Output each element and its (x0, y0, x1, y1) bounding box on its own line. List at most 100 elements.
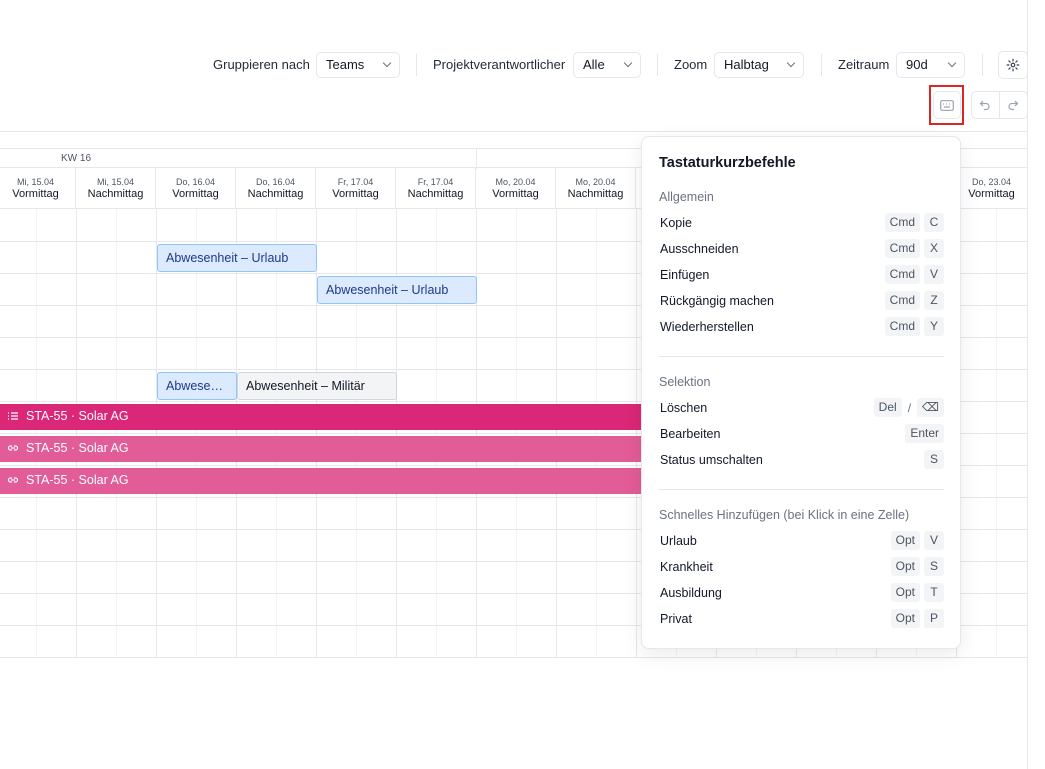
column-part: Vormittag (968, 188, 1015, 200)
shortcut-label: Ausbildung (660, 586, 722, 600)
range-label: Zeitraum (838, 57, 890, 72)
range-value: 90d (906, 57, 928, 72)
absence-event[interactable]: Abwesenheit – Urlaub (157, 244, 317, 272)
column-date: Do, 16.04 (175, 177, 216, 187)
shortcut-label: Kopie (660, 216, 692, 230)
backspace-icon: ⌫ (917, 398, 944, 417)
key: Cmd (884, 239, 920, 258)
absence-event[interactable]: Abwesenheit – Urlaub (157, 372, 237, 400)
shortcut-row: Bearbeiten Enter (659, 424, 944, 444)
key: S (924, 557, 944, 576)
project-bar[interactable]: STA-55 · Solar AG (0, 468, 642, 494)
grid-row-line (0, 657, 1028, 658)
shortcut-label: Wiederherstellen (660, 320, 754, 334)
group-by-label: Gruppieren nach (213, 57, 310, 72)
shortcut-label: Krankheit (660, 560, 713, 574)
zoom-select[interactable]: Halbtag (714, 52, 804, 78)
column-part: Vormittag (332, 188, 379, 200)
history-controls (971, 91, 1028, 119)
column-part: Nachmittag (567, 188, 624, 200)
shortcut-label: Rückgängig machen (660, 294, 774, 308)
shortcut-row: Kopie Cmd C (659, 213, 944, 233)
column-header: Fr, 17.04 Vormittag (316, 168, 396, 209)
range-select[interactable]: 90d (896, 52, 965, 78)
key: S (924, 450, 944, 469)
column-date: Mi, 15.04 (16, 177, 55, 187)
key: Opt (890, 557, 920, 576)
section-divider (659, 489, 944, 490)
toolbar-divider (982, 54, 983, 76)
key: Opt (890, 531, 920, 550)
column-header: Mo, 20.04 Vormittag (476, 168, 556, 209)
owner-label: Projektverantwortlicher (433, 57, 566, 72)
column-part: Vormittag (12, 188, 59, 200)
shortcut-row: Rückgängig machen Cmd Z (659, 291, 944, 311)
shortcut-row: Löschen Del / ⌫ (659, 398, 944, 418)
key: Y (924, 317, 944, 336)
column-date: Fr, 17.04 (417, 177, 454, 187)
key: V (924, 265, 944, 284)
section-title-selection: Selektion (659, 375, 711, 389)
project-bar[interactable]: STA-55 · Solar AG (0, 436, 642, 462)
absence-event[interactable]: Abwesenheit – Urlaub (317, 276, 477, 304)
absence-event[interactable]: Abwesenheit – Militär (237, 372, 397, 400)
column-part: Nachmittag (407, 188, 464, 200)
key: Cmd (884, 265, 920, 284)
settings-button[interactable] (998, 51, 1028, 79)
shortcut-label: Privat (660, 612, 692, 626)
toolbar-divider (821, 54, 822, 76)
key: X (924, 239, 944, 258)
chevron-down-icon (947, 58, 957, 68)
column-date: Do, 16.04 (255, 177, 296, 187)
key: Del (873, 398, 902, 417)
column-part: Vormittag (172, 188, 219, 200)
redo-button[interactable] (1000, 92, 1027, 118)
list-icon (7, 410, 21, 424)
column-date: Mo, 20.04 (495, 177, 536, 187)
redo-icon (1008, 100, 1019, 111)
column-header: Do, 23.04 Vormittag (956, 168, 1028, 209)
shortcut-row: Einfügen Cmd V (659, 265, 944, 285)
key: Cmd (884, 213, 920, 232)
chevron-down-icon (786, 58, 796, 68)
shortcut-label: Status umschalten (660, 453, 763, 467)
keyboard-shortcuts-popover: Tastaturkurzbefehle Allgemein Kopie Cmd C… (641, 136, 961, 649)
owner-value: Alle (583, 57, 605, 72)
project-bar[interactable]: STA-55 · Solar AG (0, 404, 642, 430)
column-header: Mi, 15.04 Vormittag (0, 168, 76, 209)
column-part: Vormittag (492, 188, 539, 200)
link-icon (7, 474, 21, 488)
highlight-box (929, 85, 964, 125)
key-separator: / (907, 400, 912, 415)
key: Z (924, 291, 944, 310)
key: Cmd (884, 317, 920, 336)
column-part: Nachmittag (247, 188, 304, 200)
group-by-select[interactable]: Teams (316, 52, 400, 78)
shortcut-label: Einfügen (660, 268, 710, 282)
popover-title: Tastaturkurzbefehle (659, 155, 796, 171)
undo-button[interactable] (972, 92, 1000, 118)
gear-icon (1006, 58, 1020, 72)
owner-select[interactable]: Alle (573, 52, 641, 78)
toolbar: Gruppieren nach Teams Projektverantwortl… (0, 52, 1045, 78)
project-bar-label: STA-55 · Solar AG (26, 473, 129, 487)
week-label: KW 16 (61, 153, 92, 164)
link-icon (7, 442, 21, 456)
project-bar-label: STA-55 · Solar AG (26, 441, 129, 455)
section-title-quick-add: Schnelles Hinzufügen (bei Klick in eine … (659, 508, 910, 522)
column-date: Do, 23.04 (971, 177, 1012, 187)
column-header: Mo, 20.04 Nachmittag (556, 168, 636, 209)
section-title-general: Allgemein (659, 190, 714, 204)
shortcut-row: Ausbildung Opt T (659, 583, 944, 603)
column-header: Do, 16.04 Nachmittag (236, 168, 316, 209)
shortcut-label: Bearbeiten (660, 427, 721, 441)
column-part: Nachmittag (87, 188, 144, 200)
header-divider (0, 131, 1027, 132)
shortcut-row: Krankheit Opt S (659, 557, 944, 577)
key: Opt (890, 583, 920, 602)
chevron-down-icon (382, 58, 392, 68)
section-divider (659, 356, 944, 357)
shortcut-label: Ausschneiden (660, 242, 739, 256)
key: V (924, 531, 944, 550)
week-divider (476, 149, 477, 169)
